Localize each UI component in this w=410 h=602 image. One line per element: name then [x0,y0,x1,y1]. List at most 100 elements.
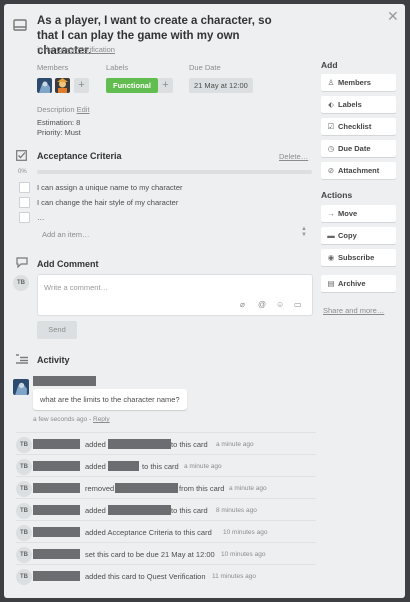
sidebar-attachment-button[interactable]: ⊘ Attachment [321,162,396,179]
add-comment-title: Add Comment [37,259,99,269]
paperclip-icon: ⊘ [327,166,335,175]
card-detail-modal: As a player, I want to create a characte… [4,4,405,598]
sidebar-button-label: Checklist [338,122,372,131]
comment-input[interactable]: Write a comment… ⌀ @ ☺ ▭ [37,274,313,316]
activity-comment-text: what are the limits to the character nam… [40,395,180,404]
activity-title: Activity [37,355,70,365]
member-avatar-1[interactable] [37,78,52,93]
redacted-user [33,527,80,537]
activity-text: from this card [179,484,225,493]
sidebar-archive-button[interactable]: ▤ Archive [321,275,396,292]
activity-row: TB added to this card 8 minutes ago [16,498,316,519]
mention-icon[interactable]: @ [258,300,266,309]
redacted-item [108,461,139,471]
activity-row: TB added Acceptance Criteria to this car… [16,520,316,541]
resize-handle-icon[interactable]: ▲ ▼ [301,226,307,238]
comment-author-avatar [13,379,29,395]
close-icon[interactable]: ✕ [387,9,399,23]
separator: - [89,416,92,423]
sidebar-move-button[interactable]: → Move [321,205,396,222]
sidebar-button-label: Subscribe [338,253,375,262]
avatar: TB [16,525,32,541]
avatar: TB [13,275,29,291]
sidebar-add-heading: Add [321,60,338,70]
activity-time: a minute ago [229,485,267,492]
share-and-more-link[interactable]: Share and more… [323,306,384,315]
sidebar-copy-button[interactable]: ▬ Copy [321,227,396,244]
attach-icon[interactable]: ⌀ [240,300,245,309]
redacted-user [33,549,80,559]
label-functional[interactable]: Functional [106,78,158,93]
avatar: TB [16,459,32,475]
sidebar-subscribe-button[interactable]: ◉ Subscribe [321,249,396,266]
add-label-button[interactable]: + [158,78,173,93]
activity-comment-time: a few seconds ago [33,416,88,423]
send-button[interactable]: Send [37,321,77,339]
comment-icon [16,257,28,268]
due-date-label: Due Date [189,63,221,72]
avatar: TB [16,481,32,497]
checklist-item-checkbox[interactable] [19,182,30,193]
card-link-icon[interactable]: ▭ [294,300,302,309]
description-line-1: Estimation: 8 [37,118,81,127]
avatar: TB [16,437,32,453]
activity-row: TB set this card to be due 21 May at 12:… [16,542,316,563]
sidebar-button-label: Archive [338,279,366,288]
clock-icon: ◷ [327,144,335,153]
redacted-item [108,505,171,515]
activity-row: TB added to this card a minute ago [16,454,316,475]
activity-comment-meta: a few seconds ago - Reply [33,416,110,423]
activity-text: set this card to be due 21 May at 12:00 [85,550,215,559]
sidebar-button-label: Copy [338,231,357,240]
redacted-item [108,439,171,449]
description-label: Description [37,105,75,114]
avatar: TB [16,547,32,563]
members-label: Members [37,63,69,72]
sidebar-checklist-button[interactable]: ☑ Checklist [321,118,396,135]
add-member-button[interactable]: + [74,78,89,93]
checkbox-icon: ☑ [327,122,335,131]
activity-row: TB removed from this card a minute ago [16,476,316,497]
activity-text: added this card to Quest Verification [85,572,206,581]
activity-time: a minute ago [184,463,222,470]
redacted-user [33,505,80,515]
checklist-item[interactable]: … [37,213,45,222]
avatar: TB [16,569,32,585]
checklist-title[interactable]: Acceptance Criteria [37,151,122,161]
due-date-badge[interactable]: 21 May at 12:00 [189,78,253,93]
tag-icon: ⬖ [328,100,334,109]
checklist-item-checkbox[interactable] [19,197,30,208]
checklist-delete-link[interactable]: Delete… [279,152,308,161]
redacted-user [33,439,80,449]
sidebar-members-button[interactable]: ♙ Members [321,74,396,91]
copy-icon: ▬ [327,231,335,240]
eye-icon: ◉ [327,253,335,262]
checklist-item-checkbox[interactable] [19,212,30,223]
sidebar-button-label: Due Date [338,144,371,153]
list-reference: in list Quest Verification [37,45,115,54]
activity-text: to this card [171,440,208,449]
reply-link[interactable]: Reply [93,416,110,423]
emoji-icon[interactable]: ☺ [276,300,284,309]
redacted-user [33,571,80,581]
sidebar-due-date-button[interactable]: ◷ Due Date [321,140,396,157]
activity-text: to this card [171,506,208,515]
sidebar-labels-button[interactable]: ⬖ Labels [321,96,396,113]
labels-label: Labels [106,63,129,72]
description-row: Description Edit [37,105,90,114]
checklist-progress-bar [37,170,312,174]
add-checklist-item[interactable]: Add an item… [42,230,90,239]
checklist-item[interactable]: I can change the hair style of my charac… [37,198,178,207]
activity-row: TB added to this card a minute ago [16,432,316,453]
sidebar-button-label: Members [338,78,371,87]
description-edit-link[interactable]: Edit [77,105,90,114]
activity-time: a minute ago [216,441,254,448]
redacted-user [33,483,80,493]
list-link[interactable]: Quest Verification [56,45,115,54]
member-avatar-2[interactable] [55,78,70,93]
person-icon: ♙ [327,78,335,87]
sidebar-button-label: Attachment [338,166,380,175]
activity-verb: added [85,506,106,515]
sidebar-actions-heading: Actions [321,190,353,200]
checklist-item[interactable]: I can assign a unique name to my charact… [37,183,183,192]
